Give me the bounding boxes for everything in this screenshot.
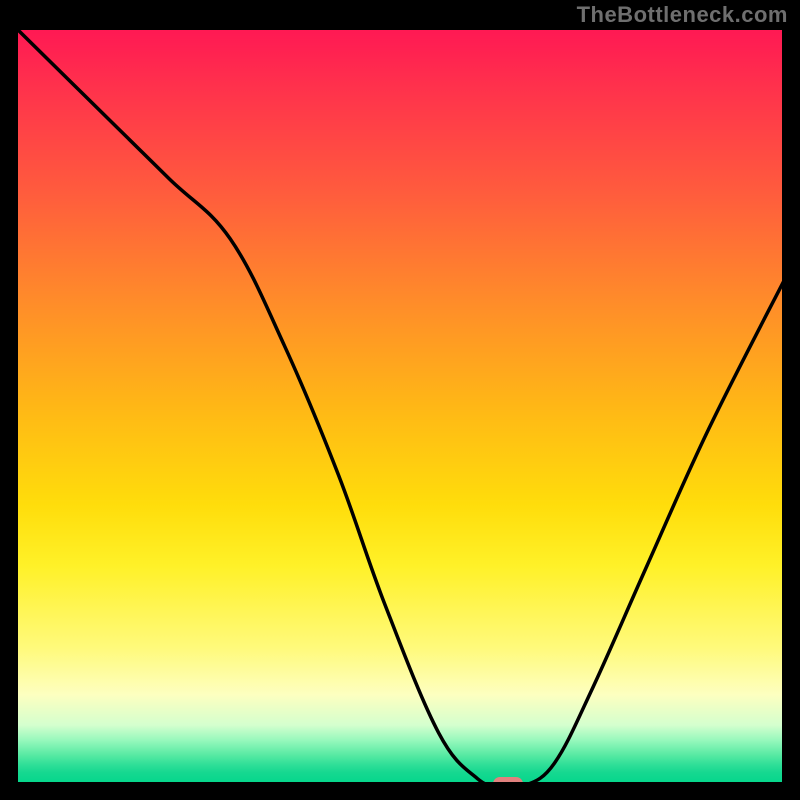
optimal-marker (493, 777, 523, 786)
curve-path (14, 26, 786, 786)
chart-container: TheBottleneck.com (0, 0, 800, 800)
bottleneck-curve (14, 26, 786, 786)
plot-area (14, 26, 786, 786)
watermark-text: TheBottleneck.com (577, 2, 788, 28)
